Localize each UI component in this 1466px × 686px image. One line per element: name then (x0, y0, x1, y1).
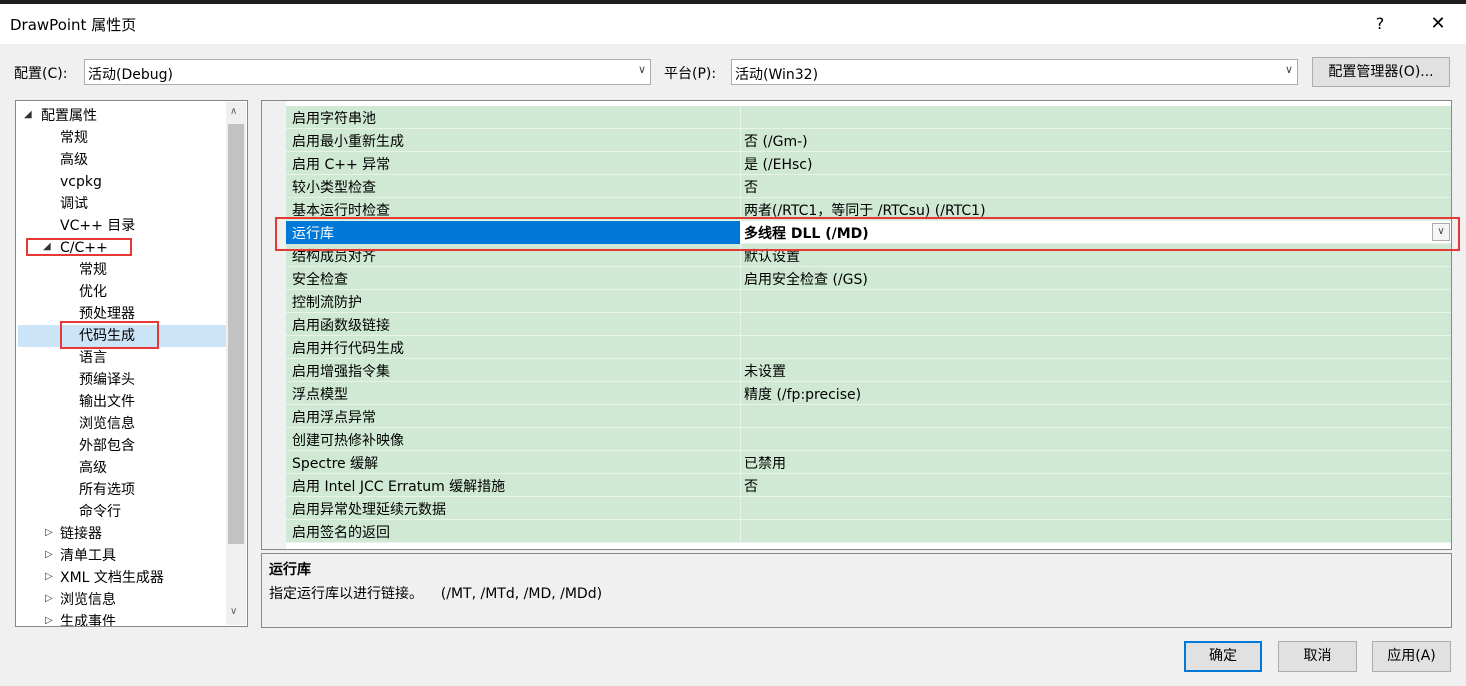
tree-item-command-line[interactable]: 命令行 (79, 501, 121, 523)
property-row[interactable]: 创建可热修补映像 (286, 428, 1451, 451)
property-name: 启用异常处理延续元数据 (292, 502, 446, 518)
property-row[interactable]: Spectre 缓解 已禁用 (286, 451, 1451, 474)
property-name: 启用字符串池 (292, 111, 376, 127)
description-text: 指定运行库以进行链接。 (/MT, /MTd, /MD, /MDd) (269, 586, 603, 602)
property-name: 启用 C++ 异常 (292, 157, 391, 173)
property-row[interactable]: 启用异常处理延续元数据 (286, 497, 1451, 520)
highlight-box-runtime-library (275, 217, 1460, 251)
property-value: 已禁用 (744, 456, 786, 472)
property-name: 较小类型检查 (292, 180, 376, 196)
config-combo[interactable]: 活动(Debug) ∨ (84, 59, 651, 85)
scroll-up-icon[interactable]: ∧ (230, 106, 237, 117)
highlight-box-code-generation (60, 321, 159, 349)
tree-item-manifest-tool[interactable]: 清单工具 (60, 545, 116, 567)
property-row[interactable]: 较小类型检查 否 (286, 175, 1451, 198)
tree-item-language[interactable]: 语言 (79, 347, 107, 369)
tree-item-all-options[interactable]: 所有选项 (79, 479, 135, 501)
description-panel: 运行库 指定运行库以进行链接。 (/MT, /MTd, /MD, /MDd) (261, 553, 1452, 628)
property-name: Spectre 缓解 (292, 456, 379, 472)
tree-root-config-properties[interactable]: 配置属性 (41, 105, 97, 127)
property-row[interactable]: 启用浮点异常 (286, 405, 1451, 428)
property-row[interactable]: 启用增强指令集 未设置 (286, 359, 1451, 382)
property-row[interactable]: 浮点模型 精度 (/fp:precise) (286, 382, 1451, 405)
property-value: 启用安全检查 (/GS) (744, 272, 868, 288)
collapsed-triangle-icon[interactable]: ▷ (45, 549, 53, 560)
property-name: 启用 Intel JCC Erratum 缓解措施 (292, 479, 506, 495)
property-row[interactable]: 启用最小重新生成 否 (/Gm-) (286, 129, 1451, 152)
property-row[interactable]: 安全检查 启用安全检查 (/GS) (286, 267, 1451, 290)
cancel-button[interactable]: 取消 (1278, 641, 1357, 672)
platform-value: 活动(Win32) (735, 67, 819, 83)
tree-item-external-includes[interactable]: 外部包含 (79, 435, 135, 457)
collapsed-triangle-icon[interactable]: ▷ (45, 615, 53, 626)
property-name: 启用浮点异常 (292, 410, 376, 426)
platform-label: 平台(P): (664, 66, 717, 82)
property-row[interactable]: 启用 Intel JCC Erratum 缓解措施 否 (286, 474, 1451, 497)
tree-scrollbar[interactable]: ∧ ∨ (226, 102, 246, 625)
chevron-down-icon: ∨ (1284, 63, 1293, 76)
collapsed-triangle-icon[interactable]: ▷ (45, 593, 53, 604)
tree-item-cpp-advanced[interactable]: 高级 (79, 457, 107, 479)
property-name: 启用最小重新生成 (292, 134, 404, 150)
chevron-down-icon: ∨ (637, 63, 646, 76)
scrollbar-thumb[interactable] (228, 124, 244, 544)
property-value: 未设置 (744, 364, 786, 380)
config-label: 配置(C): (14, 66, 68, 82)
close-button[interactable]: ✕ (1418, 8, 1458, 40)
property-name: 启用函数级链接 (292, 318, 390, 334)
window-title: DrawPoint 属性页 (10, 16, 137, 34)
tree-item-vc-directories[interactable]: VC++ 目录 (60, 215, 135, 237)
property-name: 控制流防护 (292, 295, 362, 311)
tree-item-output-files[interactable]: 输出文件 (79, 391, 135, 413)
grid-margin (262, 101, 286, 549)
property-name: 创建可热修补映像 (292, 433, 404, 449)
tree-item-linker[interactable]: 链接器 (60, 523, 102, 545)
title-bar: DrawPoint 属性页 ? ✕ (0, 4, 1466, 44)
property-tree[interactable]: ◢ 配置属性 常规 高级 vcpkg 调试 VC++ 目录 ◢ C/C++ 常规… (15, 100, 248, 627)
tree-item-debugging[interactable]: 调试 (60, 193, 88, 215)
property-value: 否 (/Gm-) (744, 134, 808, 150)
property-grid[interactable]: 启用字符串池 启用最小重新生成 否 (/Gm-) 启用 C++ 异常 是 (/EHs… (261, 100, 1452, 550)
tree-item-browse-info[interactable]: 浏览信息 (79, 413, 135, 435)
help-button[interactable]: ? (1360, 8, 1400, 40)
tree-item-vcpkg[interactable]: vcpkg (60, 171, 102, 193)
tree-item-cpp-general[interactable]: 常规 (79, 259, 107, 281)
property-value: 否 (744, 479, 758, 495)
tree-item-advanced[interactable]: 高级 (60, 149, 88, 171)
property-value: 精度 (/fp:precise) (744, 387, 862, 403)
property-value: 是 (/EHsc) (744, 157, 813, 173)
apply-button[interactable]: 应用(A) (1372, 641, 1451, 672)
ok-button[interactable]: 确定 (1184, 641, 1262, 672)
property-name: 启用增强指令集 (292, 364, 390, 380)
highlight-box-cpp (26, 238, 132, 256)
property-value: 否 (744, 180, 758, 196)
scroll-down-icon[interactable]: ∨ (230, 606, 237, 617)
config-value: 活动(Debug) (88, 67, 173, 83)
property-name: 浮点模型 (292, 387, 348, 403)
expanded-triangle-icon[interactable]: ◢ (24, 109, 32, 120)
tree-item-xml-doc-generator[interactable]: XML 文档生成器 (60, 567, 164, 589)
property-name: 安全检查 (292, 272, 348, 288)
property-row[interactable]: 启用字符串池 (286, 106, 1451, 129)
property-row[interactable]: 启用函数级链接 (286, 313, 1451, 336)
tree-item-precompiled-headers[interactable]: 预编译头 (79, 369, 135, 391)
config-manager-button[interactable]: 配置管理器(O)... (1312, 57, 1450, 87)
property-row[interactable]: 启用签名的返回 (286, 520, 1451, 543)
collapsed-triangle-icon[interactable]: ▷ (45, 527, 53, 538)
tree-item-browse-info-2[interactable]: 浏览信息 (60, 589, 116, 611)
platform-combo[interactable]: 活动(Win32) ∨ (731, 59, 1298, 85)
property-name: 启用签名的返回 (292, 525, 390, 541)
collapsed-triangle-icon[interactable]: ▷ (45, 571, 53, 582)
property-row[interactable]: 启用并行代码生成 (286, 336, 1451, 359)
tree-item-general[interactable]: 常规 (60, 127, 88, 149)
property-name: 启用并行代码生成 (292, 341, 404, 357)
description-title: 运行库 (269, 562, 311, 578)
property-row[interactable]: 控制流防护 (286, 290, 1451, 313)
tree-item-build-events[interactable]: 生成事件 (60, 611, 116, 626)
property-row[interactable]: 启用 C++ 异常 是 (/EHsc) (286, 152, 1451, 175)
tree-item-optimization[interactable]: 优化 (79, 281, 107, 303)
